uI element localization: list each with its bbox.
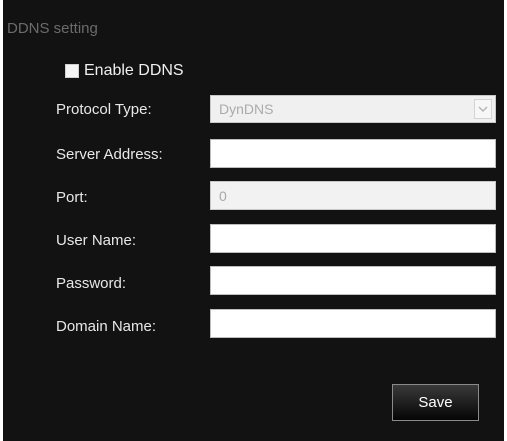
- port-input[interactable]: [210, 181, 496, 210]
- ddns-settings-panel: DDNS setting Enable DDNS Protocol Type: …: [3, 0, 504, 441]
- password-label: Password:: [56, 275, 127, 292]
- enable-ddns-label[interactable]: Enable DDNS: [84, 62, 184, 80]
- domain-name-input[interactable]: [210, 309, 496, 338]
- chevron-down-icon[interactable]: [474, 99, 492, 119]
- save-button[interactable]: Save: [392, 384, 479, 421]
- port-label: Port:: [56, 189, 88, 206]
- server-address-label: Server Address:: [56, 146, 163, 163]
- domain-name-label: Domain Name:: [56, 318, 157, 335]
- panel-title: DDNS setting: [7, 20, 98, 37]
- protocol-type-label: Protocol Type:: [56, 101, 152, 118]
- password-input[interactable]: [210, 266, 496, 295]
- protocol-type-value: DynDNS: [219, 101, 274, 117]
- enable-ddns-checkbox-row[interactable]: Enable DDNS: [65, 62, 184, 80]
- protocol-type-select[interactable]: DynDNS: [210, 95, 496, 123]
- user-name-label: User Name:: [56, 232, 137, 249]
- server-address-input[interactable]: [210, 139, 496, 168]
- enable-ddns-checkbox[interactable]: [65, 64, 79, 78]
- user-name-input[interactable]: [210, 224, 496, 253]
